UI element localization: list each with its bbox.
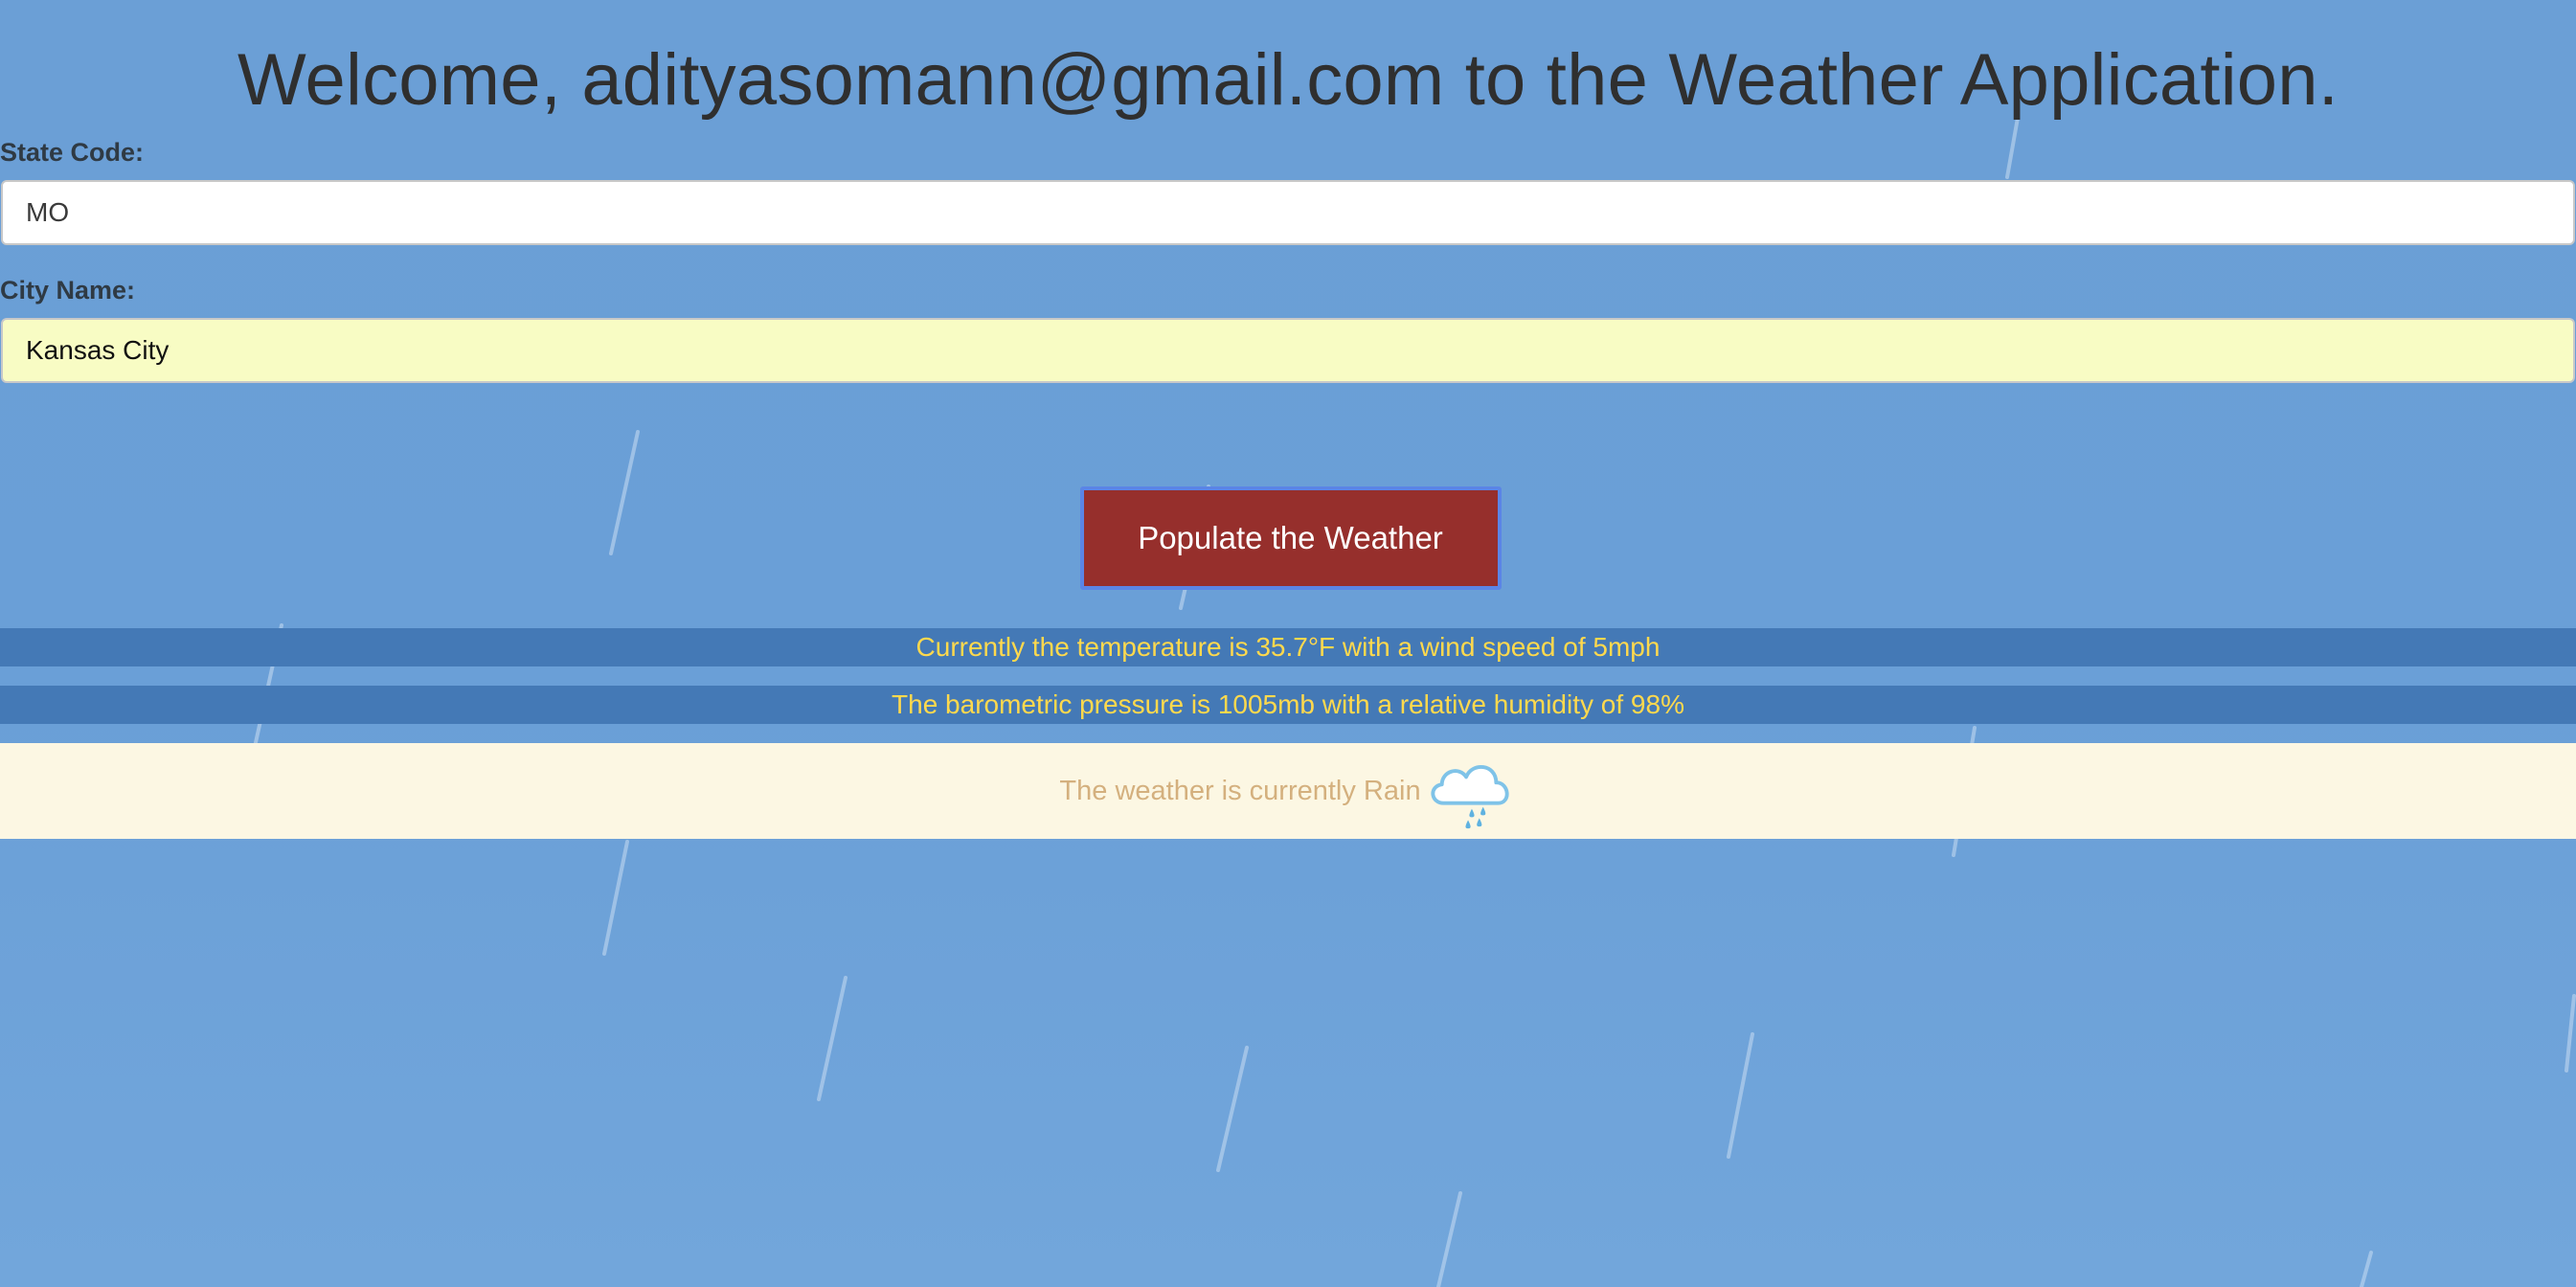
city-name-label: City Name: xyxy=(0,276,136,305)
pressure-humidity-bar: The barometric pressure is 1005mb with a… xyxy=(0,686,2576,724)
city-name-input[interactable] xyxy=(1,318,2575,383)
rain-streak xyxy=(1216,1046,1249,1172)
rain-streak xyxy=(817,976,847,1101)
rain-streak xyxy=(602,840,629,956)
populate-weather-button[interactable]: Populate the Weather xyxy=(1079,486,1502,590)
temperature-wind-bar: Currently the temperature is 35.7°F with… xyxy=(0,628,2576,666)
weather-condition-text: The weather is currently Rain xyxy=(1059,775,1421,806)
weather-form: State Code: City Name: Populate the Weat… xyxy=(0,136,2576,590)
state-code-label: State Code: xyxy=(0,138,145,167)
rain-streak xyxy=(2360,1251,2373,1287)
rain-streak xyxy=(1436,1191,1462,1287)
rain-streak xyxy=(2565,994,2576,1072)
page-title: Welcome, adityasomann@gmail.com to the W… xyxy=(237,39,2339,121)
rain-streak xyxy=(1727,1032,1754,1159)
page-content: Welcome, adityasomann@gmail.com to the W… xyxy=(0,0,2576,839)
state-code-input[interactable] xyxy=(1,180,2575,245)
button-row: Populate the Weather xyxy=(0,486,2576,590)
rain-cloud-icon xyxy=(1431,765,1509,829)
weather-condition-panel: The weather is currently Rain xyxy=(0,743,2576,839)
